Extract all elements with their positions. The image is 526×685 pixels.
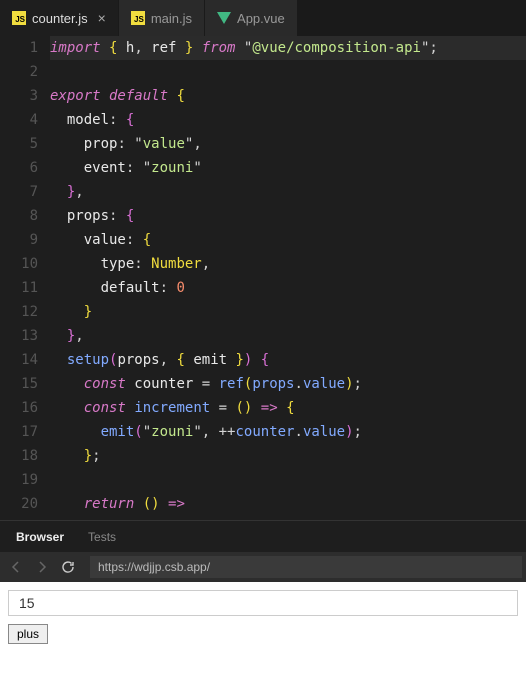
code-line[interactable]: return () =>: [50, 492, 526, 516]
line-number: 13: [8, 324, 38, 348]
code-line[interactable]: },: [50, 180, 526, 204]
line-number: 12: [8, 300, 38, 324]
line-number: 20: [8, 492, 38, 516]
line-number: 7: [8, 180, 38, 204]
code-editor[interactable]: 1234567891011121314151617181920 import {…: [0, 36, 526, 520]
js-file-icon: JS: [131, 11, 145, 25]
reload-icon[interactable]: [56, 555, 80, 579]
code-line[interactable]: const increment = () => {: [50, 396, 526, 420]
code-line[interactable]: export default {: [50, 84, 526, 108]
line-number: 1: [8, 36, 38, 60]
code-line[interactable]: setup(props, { emit }) {: [50, 348, 526, 372]
code-line[interactable]: model: {: [50, 108, 526, 132]
js-file-icon: JS: [12, 11, 26, 25]
code-line[interactable]: const counter = ref(props.value);: [50, 372, 526, 396]
code-line[interactable]: [50, 60, 526, 84]
code-line[interactable]: props: {: [50, 204, 526, 228]
tab-label: main.js: [151, 11, 192, 26]
close-icon[interactable]: ×: [98, 10, 106, 26]
tab-label: counter.js: [32, 11, 88, 26]
nav-forward-icon[interactable]: [30, 555, 54, 579]
code-line[interactable]: default: 0: [50, 276, 526, 300]
preview-pane: 15 plus: [0, 582, 526, 685]
line-number: 9: [8, 228, 38, 252]
url-input[interactable]: [90, 556, 522, 578]
editor-tabs: JS counter.js × JS main.js App.vue: [0, 0, 526, 36]
tab-main-js[interactable]: JS main.js: [119, 0, 205, 36]
line-number: 8: [8, 204, 38, 228]
line-number: 17: [8, 420, 38, 444]
browser-url-bar: [0, 552, 526, 582]
tab-counter-js[interactable]: JS counter.js ×: [0, 0, 119, 36]
panel-tab-tests[interactable]: Tests: [76, 522, 128, 552]
code-line[interactable]: import { h, ref } from "@vue/composition…: [50, 36, 526, 60]
code-line[interactable]: },: [50, 324, 526, 348]
line-number: 5: [8, 132, 38, 156]
panel-tabs: BrowserTests: [0, 520, 526, 552]
line-number: 4: [8, 108, 38, 132]
tab-label: App.vue: [237, 11, 285, 26]
code-line[interactable]: [50, 468, 526, 492]
line-number: 19: [8, 468, 38, 492]
code-line[interactable]: }: [50, 300, 526, 324]
code-line[interactable]: emit("zouni", ++counter.value);: [50, 420, 526, 444]
vue-file-icon: [217, 11, 231, 25]
line-number: 16: [8, 396, 38, 420]
line-number: 3: [8, 84, 38, 108]
tab-App-vue[interactable]: App.vue: [205, 0, 298, 36]
line-number: 11: [8, 276, 38, 300]
code-content[interactable]: import { h, ref } from "@vue/composition…: [50, 36, 526, 520]
line-number: 10: [8, 252, 38, 276]
code-line[interactable]: };: [50, 444, 526, 468]
panel-tab-browser[interactable]: Browser: [4, 522, 76, 552]
line-number: 18: [8, 444, 38, 468]
plus-button[interactable]: plus: [8, 624, 48, 644]
nav-back-icon[interactable]: [4, 555, 28, 579]
counter-display: 15: [8, 590, 518, 616]
line-number: 6: [8, 156, 38, 180]
code-line[interactable]: value: {: [50, 228, 526, 252]
code-line[interactable]: type: Number,: [50, 252, 526, 276]
code-line[interactable]: prop: "value",: [50, 132, 526, 156]
line-number: 14: [8, 348, 38, 372]
line-number: 15: [8, 372, 38, 396]
line-gutter: 1234567891011121314151617181920: [0, 36, 50, 520]
line-number: 2: [8, 60, 38, 84]
code-line[interactable]: event: "zouni": [50, 156, 526, 180]
